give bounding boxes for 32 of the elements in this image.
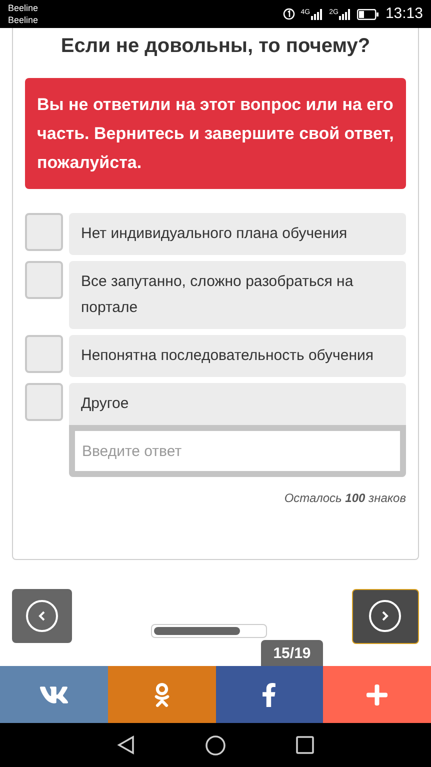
checkbox[interactable] [25,383,63,421]
page-counter: 15/19 [261,640,323,666]
checkbox[interactable] [25,261,63,299]
question-title: Если не довольны, то почему? [60,34,372,59]
option-label[interactable]: Непонятна последовательность обучения [69,335,406,377]
answer-input[interactable]: Введите ответ [75,431,400,471]
more-share-button[interactable] [323,666,431,723]
option-label[interactable]: Все запутанно, сложно разобраться на портале [69,261,406,329]
facebook-share-button[interactable] [216,666,324,723]
battery-icon [357,8,380,20]
signal-icon [311,8,324,20]
option-label[interactable]: Другое [69,383,406,425]
ok-share-button[interactable] [108,666,216,723]
signal-icon [339,8,352,20]
back-icon[interactable] [117,735,135,755]
home-icon[interactable] [205,734,226,756]
error-message: Вы не ответили на этот вопрос или на его часть. Вернитесь и завершите свой ответ, пожалуйста. [25,78,406,189]
clock-time: 13:13 [385,4,423,24]
vk-share-button[interactable] [0,666,108,723]
character-counter: Осталось 100 знаков [284,490,406,507]
carrier-name: Beeline [8,14,38,26]
previous-button[interactable] [12,589,72,643]
recent-apps-icon[interactable] [296,736,314,754]
checkbox[interactable] [25,335,63,373]
plus-icon [365,682,390,706]
data-saver-icon [282,8,295,20]
next-button[interactable] [352,588,419,644]
left-chevron-icon [25,599,59,633]
carrier-name: Beeline [8,2,38,14]
option-label[interactable]: Нет индивидуального плана обучения [69,213,406,255]
right-chevron-icon [368,599,402,633]
checkbox[interactable] [25,213,63,251]
